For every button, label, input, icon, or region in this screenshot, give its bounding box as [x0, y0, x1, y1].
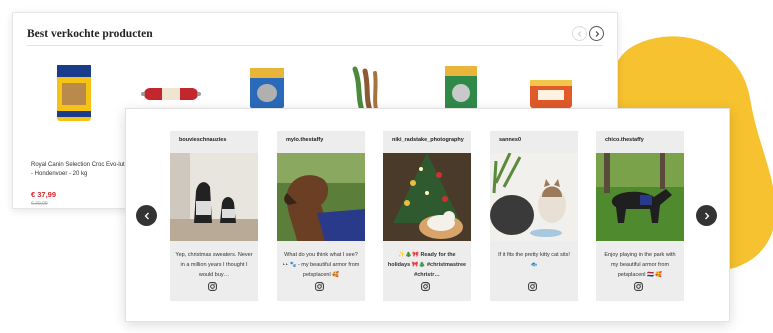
- instagram-post-card[interactable]: chico.thestaffy Enjoy playing in the par…: [596, 131, 684, 301]
- carousel-prev-button[interactable]: [572, 26, 587, 41]
- cat-food-tin-icon[interactable]: [528, 77, 574, 111]
- post-photo-staffy-armor[interactable]: [277, 153, 365, 241]
- sausage-snack-icon[interactable]: [140, 83, 202, 105]
- post-photo-christmas-cat[interactable]: [383, 153, 471, 241]
- instagram-icon[interactable]: [421, 282, 430, 291]
- post-caption: ✨🎄🎀 Ready for the holidays 🎀🎄 #christmas…: [387, 252, 467, 278]
- product-name[interactable]: Royal Canin Selection Croc Evo-lution - …: [31, 161, 135, 178]
- post-username[interactable]: niki_radstake_photography: [392, 137, 464, 143]
- instagram-icon[interactable]: [528, 282, 537, 291]
- feed-next-button[interactable]: [696, 205, 717, 226]
- instagram-post-card[interactable]: niki_radstake_photography ✨🎄🎀 Ready for …: [383, 131, 471, 301]
- post-photo-staffy-park[interactable]: [596, 153, 684, 241]
- instagram-post-card[interactable]: bouvieschnauzies Yep, christmas sweaters…: [170, 131, 258, 301]
- post-photo-cat-in-pot[interactable]: [490, 153, 578, 241]
- product-price: € 37,99: [31, 190, 57, 199]
- instagram-icon[interactable]: [634, 282, 643, 291]
- carousel-next-button[interactable]: [589, 26, 604, 41]
- dog-food-bag-icon[interactable]: [53, 61, 95, 125]
- post-caption: What do you think what I see?👀🐾 - my bea…: [282, 252, 360, 278]
- instagram-post-card[interactable]: mylo.thestaffy What do you think what I …: [277, 131, 365, 301]
- blinkas-cat-litter-icon[interactable]: [247, 65, 287, 111]
- product-old-price: € 39,99: [31, 201, 48, 207]
- post-caption: Enjoy playing in the park with my beauti…: [604, 252, 676, 278]
- blinkas-litter-bag-icon[interactable]: [442, 63, 480, 113]
- post-caption: Yep, christmas sweaters. Never in a mill…: [175, 252, 253, 278]
- divider: [27, 45, 603, 46]
- chevron-right-icon: [704, 212, 709, 219]
- chevron-left-icon: [144, 212, 149, 219]
- post-photo-dogs-sweaters[interactable]: [170, 153, 258, 241]
- instagram-icon[interactable]: [208, 282, 217, 291]
- post-username[interactable]: sannes0: [499, 137, 521, 143]
- post-username[interactable]: chico.thestaffy: [605, 137, 644, 143]
- post-username[interactable]: bouvieschnauzies: [179, 137, 226, 143]
- instagram-post-card[interactable]: sannes0 If it fits the pretty kitty cat …: [490, 131, 578, 301]
- instagram-icon[interactable]: [315, 282, 324, 291]
- feed-prev-button[interactable]: [136, 205, 157, 226]
- post-username[interactable]: mylo.thestaffy: [286, 137, 323, 143]
- chevron-left-icon: [577, 30, 581, 37]
- instagram-feed-panel: bouvieschnauzies Yep, christmas sweaters…: [125, 108, 730, 322]
- chevron-right-icon: [595, 30, 599, 37]
- section-title: Best verkochte producten: [27, 28, 153, 40]
- post-caption: If it fits the pretty kitty cat sits! 🐟: [498, 252, 570, 268]
